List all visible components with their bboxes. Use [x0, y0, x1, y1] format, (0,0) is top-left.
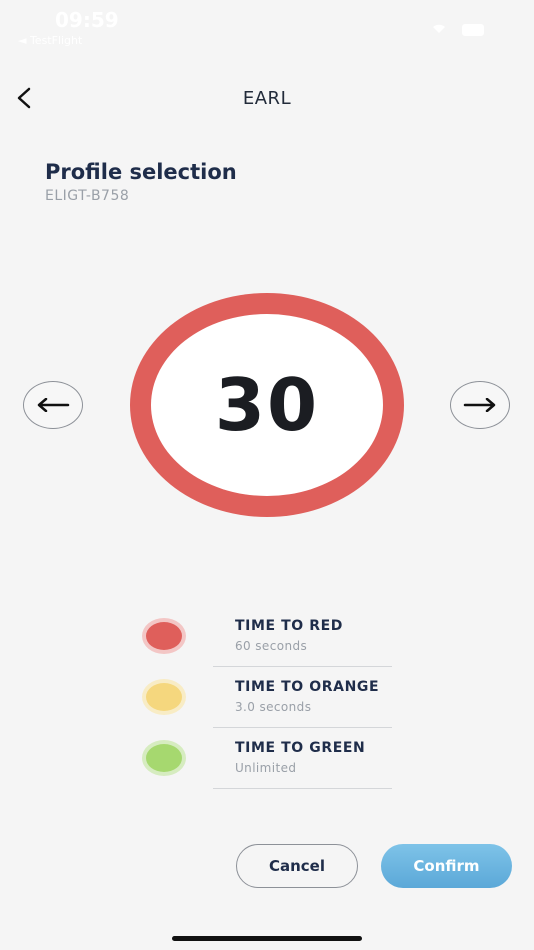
cancel-button[interactable]: Cancel: [236, 844, 358, 888]
legend-value: 3.0 seconds: [235, 700, 312, 714]
legend-title: TIME TO RED: [235, 618, 344, 634]
arrow-right-icon: [463, 398, 496, 412]
legend-value: 60 seconds: [235, 639, 308, 653]
speed-profile-dial: 30: [130, 293, 404, 517]
divider: [213, 727, 392, 728]
orange-light-icon: [142, 679, 186, 715]
red-light-icon: [142, 618, 186, 654]
confirm-button[interactable]: Confirm: [381, 844, 512, 888]
green-light-icon: [142, 740, 186, 776]
dial-value: 30: [214, 363, 320, 447]
legend-item-green: TIME TO GREEN Unlimited: [140, 740, 392, 800]
legend-title: TIME TO GREEN: [235, 740, 366, 756]
battery-icon: [462, 24, 484, 36]
divider: [213, 788, 392, 789]
legend-item-red: TIME TO RED 60 seconds: [140, 618, 392, 678]
status-time: 09:59: [55, 8, 119, 32]
legend-value: Unlimited: [235, 761, 297, 775]
previous-profile-button[interactable]: [23, 381, 83, 429]
dial-face: 30: [151, 314, 383, 496]
device-id: ELIGT-B758: [45, 188, 130, 204]
nav-title: EARL: [242, 88, 292, 109]
status-bar: 09:59 ◄ TestFlight: [0, 0, 534, 50]
next-profile-button[interactable]: [450, 381, 510, 429]
legend-title: TIME TO ORANGE: [235, 679, 380, 695]
page-title: Profile selection: [45, 160, 237, 184]
status-back-link[interactable]: ◄ TestFlight: [18, 34, 82, 47]
divider: [213, 666, 392, 667]
arrow-left-icon: [37, 398, 70, 412]
wifi-icon: [433, 24, 445, 33]
legend-item-orange: TIME TO ORANGE 3.0 seconds: [140, 679, 392, 739]
home-indicator[interactable]: [172, 936, 362, 941]
